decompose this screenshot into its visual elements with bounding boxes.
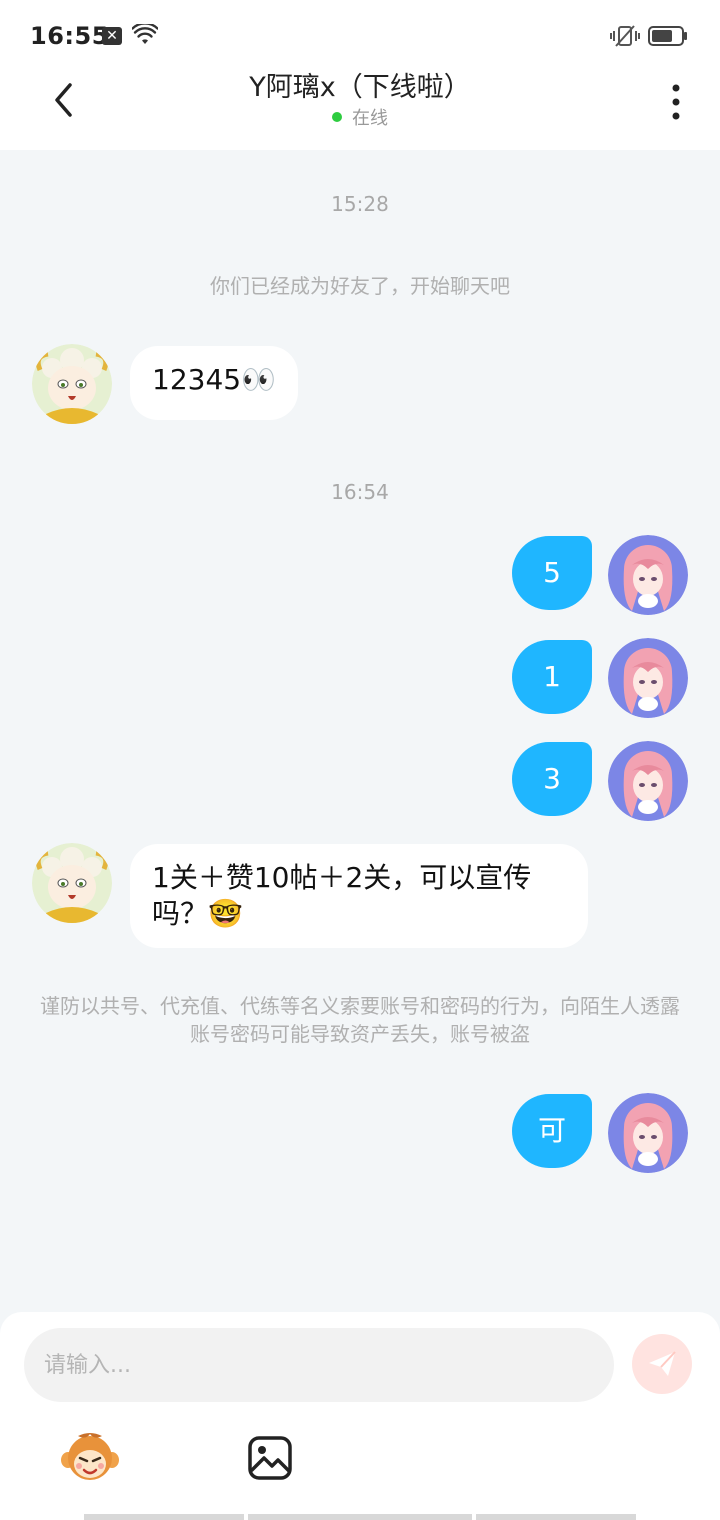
online-dot <box>332 112 342 122</box>
contact-avatar[interactable] <box>32 344 112 424</box>
my-avatar[interactable] <box>608 741 688 821</box>
status-time: 16:55 <box>30 22 109 50</box>
anime-girl-avatar-icon <box>608 741 688 821</box>
anime-girl-avatar-icon <box>608 1093 688 1173</box>
message-bubble-incoming[interactable]: 12345👀 <box>130 346 298 420</box>
gesture-bar <box>248 1514 472 1520</box>
notification-icon: ✕ <box>102 27 122 45</box>
contact-avatar[interactable] <box>32 843 112 923</box>
chat-area[interactable]: 15:28 你们已经成为好友了，开始聊天吧 12345👀 16:54 5 1 3… <box>0 150 720 1312</box>
input-panel <box>0 1312 720 1520</box>
more-vertical-icon <box>672 84 680 120</box>
sheep-avatar-icon <box>32 843 112 923</box>
message-bubble-incoming[interactable]: 1关＋赞10帖＋2关，可以宣传吗？🤓 <box>130 844 588 948</box>
paper-plane-icon <box>649 1351 676 1376</box>
chat-header: Y阿璃x（下线啦） 在线 <box>0 70 720 150</box>
image-icon <box>248 1436 292 1480</box>
message-input[interactable] <box>24 1328 614 1402</box>
sticker-button[interactable] <box>60 1430 120 1486</box>
wifi-icon <box>132 24 158 44</box>
status-bar: 16:55 ✕ <box>0 0 720 70</box>
my-avatar[interactable] <box>608 535 688 615</box>
message-bubble-outgoing[interactable]: 5 <box>512 536 592 610</box>
battery-icon <box>648 26 687 46</box>
online-status-label: 在线 <box>352 108 388 129</box>
message-bubble-outgoing[interactable]: 可 <box>512 1094 592 1168</box>
send-button[interactable] <box>632 1334 692 1394</box>
my-avatar[interactable] <box>608 638 688 718</box>
system-message: 你们已经成为好友了，开始聊天吧 <box>210 274 510 298</box>
anime-girl-avatar-icon <box>608 535 688 615</box>
gesture-bar <box>84 1514 244 1520</box>
contact-name: Y阿璃x（下线啦） <box>249 72 471 103</box>
my-avatar[interactable] <box>608 1093 688 1173</box>
online-status: 在线 <box>0 106 720 132</box>
sheep-avatar-icon <box>32 344 112 424</box>
security-warning: 谨防以共号、代充值、代练等名义索要账号和密码的行为，向陌生人透露账号密码可能导致… <box>40 994 680 1046</box>
timestamp: 15:28 <box>331 192 389 216</box>
gesture-bar <box>476 1514 636 1520</box>
more-options-button[interactable] <box>656 78 696 126</box>
timestamp: 16:54 <box>331 480 389 504</box>
image-button[interactable] <box>246 1434 294 1482</box>
message-bubble-outgoing[interactable]: 3 <box>512 742 592 816</box>
anime-girl-avatar-icon <box>608 638 688 718</box>
vibrate-mute-icon <box>610 25 640 47</box>
monkey-sticker-icon <box>61 1433 119 1480</box>
message-bubble-outgoing[interactable]: 1 <box>512 640 592 714</box>
